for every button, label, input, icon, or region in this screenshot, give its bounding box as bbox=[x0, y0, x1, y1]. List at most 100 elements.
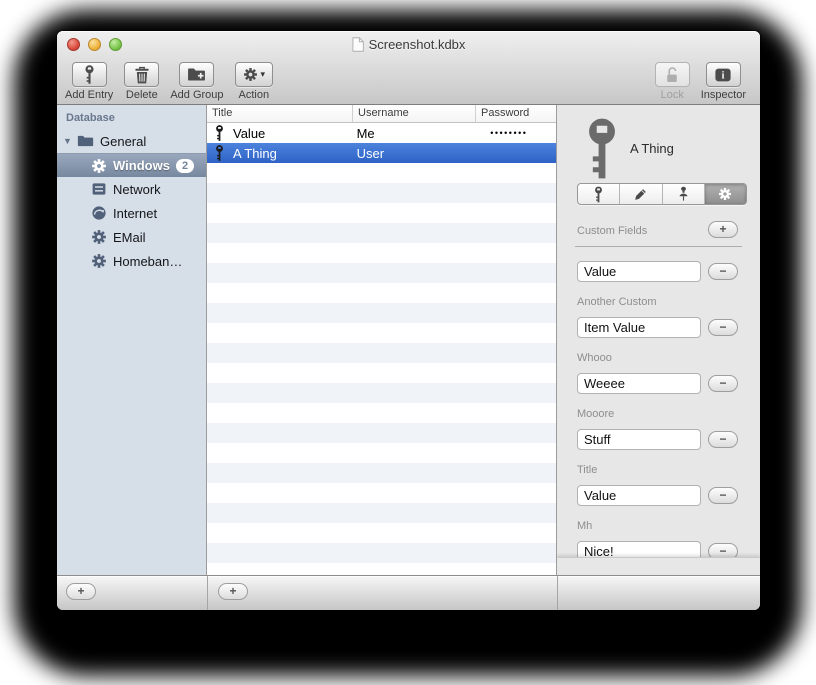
separator bbox=[575, 246, 742, 247]
trash-icon bbox=[134, 66, 150, 84]
add-group-footer-button[interactable]: + bbox=[66, 583, 96, 600]
empty-row[interactable] bbox=[207, 223, 556, 243]
remove-custom-field-button[interactable]: − bbox=[708, 319, 738, 336]
desktop: Screenshot.kdbx Add Entry Delete Add Gro… bbox=[0, 0, 816, 685]
tab-general[interactable] bbox=[578, 184, 619, 204]
custom-field-input[interactable] bbox=[577, 373, 701, 394]
sidebar-group-list: ▼ General Windows 2 Network Internet EMail Home… bbox=[57, 129, 206, 273]
close-button[interactable] bbox=[67, 38, 80, 51]
remove-custom-field-button[interactable]: − bbox=[708, 375, 738, 392]
info-icon bbox=[714, 67, 732, 83]
custom-field-label: Mooore bbox=[577, 408, 615, 420]
empty-row[interactable] bbox=[207, 383, 556, 403]
sidebar-item-internet[interactable]: Internet bbox=[57, 201, 206, 225]
lock-label: Lock bbox=[660, 89, 684, 101]
add-custom-field-button[interactable]: + bbox=[708, 221, 738, 238]
window-chrome: Screenshot.kdbx Add Entry Delete Add Gro… bbox=[57, 31, 760, 105]
empty-row[interactable] bbox=[207, 563, 556, 575]
custom-field-input[interactable] bbox=[577, 485, 701, 506]
titlebar[interactable]: Screenshot.kdbx bbox=[57, 31, 760, 57]
empty-row[interactable] bbox=[207, 283, 556, 303]
table-row[interactable]: Value Me •••••••• bbox=[207, 123, 556, 143]
inspector-tabs bbox=[577, 183, 747, 205]
gear-icon bbox=[718, 187, 732, 201]
toolbar: Add Entry Delete Add Group ▾ Action Lock… bbox=[57, 57, 760, 105]
custom-field-label: Another Custom bbox=[577, 296, 657, 308]
remove-custom-field-button[interactable]: − bbox=[708, 263, 738, 280]
empty-row[interactable] bbox=[207, 183, 556, 203]
inspector-button[interactable]: Inspector bbox=[701, 62, 746, 101]
custom-field-label: Mh bbox=[577, 520, 593, 532]
empty-row[interactable] bbox=[207, 163, 556, 183]
sidebar-item-homeban[interactable]: Homeban… bbox=[57, 249, 206, 273]
zoom-button[interactable] bbox=[109, 38, 122, 51]
column-header-username[interactable]: Username bbox=[352, 105, 475, 122]
window-title-area: Screenshot.kdbx bbox=[352, 36, 466, 52]
key-icon bbox=[215, 145, 224, 161]
sidebar-item-label: Internet bbox=[113, 205, 158, 221]
empty-row[interactable] bbox=[207, 343, 556, 363]
empty-row[interactable] bbox=[207, 303, 556, 323]
action-label: Action bbox=[238, 89, 270, 101]
empty-row[interactable] bbox=[207, 403, 556, 423]
gear-icon bbox=[91, 253, 107, 269]
column-header-title[interactable]: Title bbox=[207, 105, 352, 122]
empty-row[interactable] bbox=[207, 323, 556, 343]
cell-title: A Thing bbox=[207, 145, 352, 161]
remove-custom-field-button[interactable]: − bbox=[708, 487, 738, 504]
sidebar-item-label: EMail bbox=[113, 229, 146, 245]
lock-button[interactable]: Lock bbox=[654, 62, 690, 101]
add-group-button[interactable]: Add Group bbox=[170, 62, 224, 101]
divider bbox=[207, 576, 208, 610]
empty-row[interactable] bbox=[207, 443, 556, 463]
sidebar-item-email[interactable]: EMail bbox=[57, 225, 206, 249]
tab-custom-fields[interactable] bbox=[703, 184, 746, 204]
tab-notes[interactable] bbox=[619, 184, 661, 204]
key-icon bbox=[585, 117, 619, 180]
column-header-password[interactable]: Password bbox=[475, 105, 556, 122]
empty-row[interactable] bbox=[207, 503, 556, 523]
disclosure-triangle-icon[interactable]: ▼ bbox=[63, 136, 77, 146]
empty-row[interactable] bbox=[207, 523, 556, 543]
entry-header: A Thing bbox=[585, 117, 674, 180]
add-entry-button[interactable]: Add Entry bbox=[65, 62, 113, 101]
remove-custom-field-button[interactable]: − bbox=[708, 431, 738, 448]
inspector-label: Inspector bbox=[700, 89, 746, 101]
minimize-button[interactable] bbox=[88, 38, 101, 51]
sidebar-item-label: General bbox=[100, 133, 147, 149]
sidebar-item-network[interactable]: Network bbox=[57, 177, 206, 201]
delete-label: Delete bbox=[125, 89, 158, 101]
table-row[interactable]: A Thing User bbox=[207, 143, 556, 163]
sidebar-item-windows[interactable]: Windows 2 bbox=[57, 153, 206, 177]
empty-row[interactable] bbox=[207, 423, 556, 443]
action-button[interactable]: ▾ Action bbox=[234, 62, 274, 101]
empty-row[interactable] bbox=[207, 463, 556, 483]
empty-row[interactable] bbox=[207, 483, 556, 503]
cell-title: Value bbox=[207, 125, 352, 141]
inspector-clip-edge bbox=[557, 557, 760, 575]
delete-button[interactable]: Delete bbox=[124, 62, 160, 101]
sidebar-item-label: Homeban… bbox=[113, 253, 183, 269]
empty-row[interactable] bbox=[207, 543, 556, 563]
add-group-label: Add Group bbox=[170, 89, 224, 101]
lock-open-icon bbox=[664, 66, 680, 84]
entry-count-badge: 2 bbox=[175, 158, 195, 173]
sidebar-item-general[interactable]: ▼ General bbox=[57, 129, 206, 153]
custom-field-input[interactable] bbox=[577, 317, 701, 338]
empty-row[interactable] bbox=[207, 243, 556, 263]
add-entry-footer-button[interactable]: + bbox=[218, 583, 248, 600]
window-title: Screenshot.kdbx bbox=[368, 36, 466, 52]
custom-field-label: Title bbox=[577, 464, 598, 476]
main-area: Database ▼ General Windows 2 Network Internet… bbox=[57, 105, 760, 575]
traffic-lights bbox=[67, 38, 122, 51]
divider bbox=[557, 576, 558, 610]
tab-attachments[interactable] bbox=[661, 184, 704, 204]
custom-field-input[interactable] bbox=[577, 429, 701, 450]
custom-fields-heading: Custom Fields bbox=[577, 225, 648, 237]
cell-username: User bbox=[356, 145, 385, 161]
custom-field-input[interactable] bbox=[577, 261, 701, 282]
empty-row[interactable] bbox=[207, 363, 556, 383]
empty-row[interactable] bbox=[207, 263, 556, 283]
sidebar-item-label: Network bbox=[113, 181, 161, 197]
empty-row[interactable] bbox=[207, 203, 556, 223]
